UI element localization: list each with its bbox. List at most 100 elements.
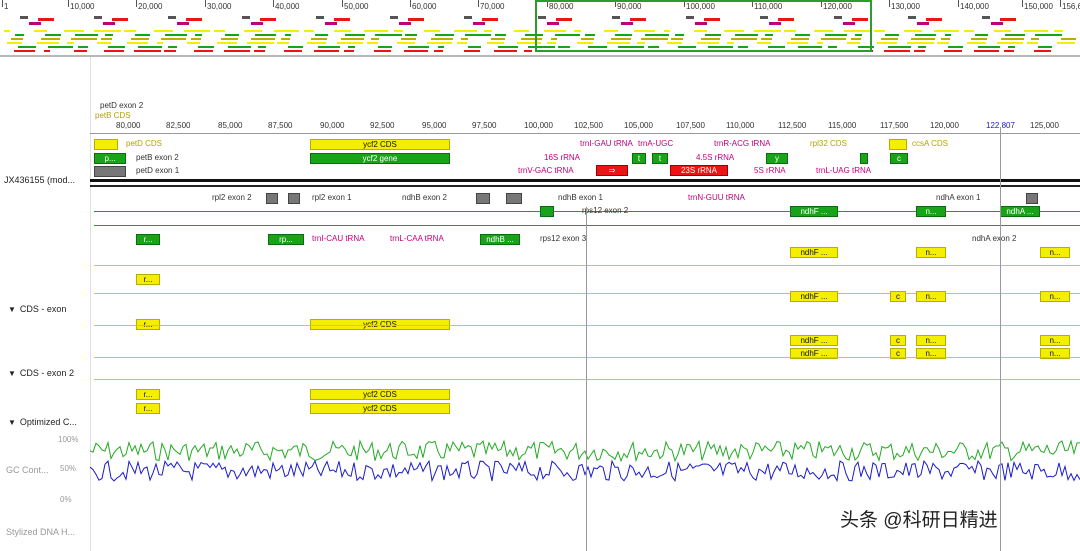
- petB-cds-label: petB CDS: [95, 111, 131, 120]
- overview-feature: [154, 30, 173, 32]
- rpl32-gene-feature[interactable]: [860, 153, 868, 164]
- gc-axis-0: 0%: [60, 495, 72, 504]
- ruler-tick-label: 120,000: [930, 121, 959, 130]
- ndhF-cds-feature-2[interactable]: ndhF ...: [790, 291, 838, 302]
- overview-feature: [464, 16, 472, 19]
- overview-feature: [1038, 46, 1052, 48]
- overview-feature: [434, 50, 443, 52]
- overview-tick-label: 1: [4, 2, 9, 11]
- rps12-gene-feature[interactable]: [540, 206, 554, 217]
- overview-tick-label: 50,000: [344, 2, 369, 11]
- sequence-name[interactable]: JX436155 (mod...: [4, 175, 75, 185]
- overview-feature: [1057, 42, 1075, 44]
- ndhA-exon1-feature[interactable]: [1026, 193, 1038, 204]
- r-cds-feature[interactable]: r...: [136, 274, 160, 285]
- ndhF-cds-feature[interactable]: ndhF ...: [790, 247, 838, 258]
- ndhB-exon2-feature[interactable]: [476, 193, 490, 204]
- overview-feature: [482, 18, 498, 21]
- gc-content-line-green: [90, 439, 1080, 463]
- r-cds-exon2-feature[interactable]: r...: [136, 389, 160, 400]
- sequence-track-view[interactable]: 80,000 82,500 85,000 87,500 90,000 92,500 95,0…: [90, 57, 1080, 551]
- expand-triangle-icon[interactable]: ▼: [8, 305, 16, 314]
- optimized-track-toggle[interactable]: ▼ Optimized C...: [8, 417, 77, 427]
- ccsA-cds-feature[interactable]: [889, 139, 907, 150]
- overview-feature: [11, 38, 23, 40]
- ycf2-cds-exon2-feature-2[interactable]: ycf2 CDS: [310, 403, 450, 414]
- rpl2-exon2-feature[interactable]: [266, 193, 278, 204]
- cds-exon2-label: CDS - exon 2: [19, 368, 74, 378]
- overview-feature: [404, 50, 428, 52]
- overview-feature: [94, 30, 121, 32]
- petD-exon1-feature[interactable]: [94, 166, 126, 177]
- 16s-rrna-feature[interactable]: ⇒: [596, 165, 628, 176]
- c-cds-exon-feature[interactable]: c: [890, 335, 906, 346]
- n-cds-feature[interactable]: n...: [916, 247, 946, 258]
- expand-triangle-icon[interactable]: ▼: [8, 418, 16, 427]
- overview-feature: [405, 34, 417, 36]
- n-gene-feature[interactable]: n...: [916, 206, 946, 217]
- ndhF-gene-feature[interactable]: ndhF ...: [790, 206, 838, 217]
- ruler-tick-label: 105,000: [624, 121, 653, 130]
- overview-feature: [108, 46, 125, 48]
- overview-feature: [888, 46, 911, 48]
- ndhA-gene-feature[interactable]: ndhA ...: [1000, 206, 1040, 217]
- rp-gene-feature[interactable]: rp...: [268, 234, 304, 245]
- trnI-gene-feature[interactable]: t: [632, 153, 646, 164]
- overview-feature: [41, 38, 60, 40]
- cds-exon-track-toggle[interactable]: ▼ CDS - exon: [8, 304, 66, 314]
- optimized-label: Optimized C...: [19, 417, 77, 427]
- n-cds-feature-2[interactable]: n...: [1040, 247, 1070, 258]
- ycf2-cds-exon2-feature[interactable]: ycf2 CDS: [310, 389, 450, 400]
- overview-visible-window[interactable]: [535, 0, 872, 52]
- ruler-tick-label: 92,500: [370, 121, 395, 130]
- c-cds-feature[interactable]: c: [890, 291, 906, 302]
- overview-feature: [991, 22, 1003, 25]
- overview-tick: [136, 0, 137, 7]
- overview-feature: [7, 42, 22, 44]
- ycf2-gene-feature[interactable]: ycf2 gene: [310, 153, 450, 164]
- r-gene-feature[interactable]: r...: [136, 234, 160, 245]
- trnI-GAU-label: trnI-GAU tRNA: [580, 139, 633, 148]
- ruler-tick-label: 95,000: [422, 121, 447, 130]
- ndhB-exon1-feature[interactable]: [506, 193, 522, 204]
- n-cds-feature-4[interactable]: n...: [1040, 291, 1070, 302]
- overview-feature: [948, 46, 963, 48]
- gene-track-line-2: [94, 225, 1080, 226]
- petB-gene-feature[interactable]: p...: [94, 153, 126, 164]
- r-cds-exon2-feature-2[interactable]: r...: [136, 403, 160, 414]
- rpl32-cds-label: rpl32 CDS: [810, 139, 847, 148]
- overview-feature: [103, 22, 115, 25]
- sequence-overview[interactable]: 1 10,000 20,000 30,000 40,000 50,000 60,000 70,…: [0, 0, 1080, 57]
- ndhB-gene-feature[interactable]: ndhB ...: [480, 234, 520, 245]
- overview-feature: [168, 16, 176, 19]
- y-gene-feature[interactable]: y: [766, 153, 788, 164]
- cds-exon-line-2: [94, 357, 1080, 358]
- n-cds-exon-feature[interactable]: n...: [916, 335, 946, 346]
- overview-feature: [281, 38, 290, 40]
- rpl2-exon2-label: rpl2 exon 2: [212, 193, 252, 202]
- trnA-gene-feature[interactable]: t: [652, 153, 668, 164]
- overview-tick-label: 70,000: [480, 2, 505, 11]
- sequence-bar[interactable]: [90, 179, 1080, 182]
- overview-feature: [514, 30, 529, 32]
- n-cds-feature-3[interactable]: n...: [916, 291, 946, 302]
- cds-exon2-track-toggle[interactable]: ▼ CDS - exon 2: [8, 368, 74, 378]
- ndhF-cds-exon-feature[interactable]: ndhF ...: [790, 335, 838, 346]
- overview-feature: [464, 50, 480, 52]
- petB-cds-feature[interactable]: [94, 139, 118, 150]
- ycf2-cds-feature[interactable]: ycf2 CDS: [310, 139, 450, 150]
- trnL-CAA-label: trnL-CAA tRNA: [390, 234, 444, 243]
- rpl2-exon1-feature[interactable]: [288, 193, 300, 204]
- 23s-rrna-feature[interactable]: 23S rRNA: [670, 165, 728, 176]
- overview-feature: [45, 34, 61, 36]
- overview-feature: [881, 38, 898, 40]
- overview-feature: [274, 30, 299, 32]
- overview-feature: [1024, 30, 1048, 32]
- n-cds-exon-feature-2[interactable]: n...: [1040, 335, 1070, 346]
- overview-feature: [318, 46, 340, 48]
- cursor-line[interactable]: [1000, 127, 1001, 551]
- ccsA-gene-feature[interactable]: c: [890, 153, 908, 164]
- expand-triangle-icon[interactable]: ▼: [8, 369, 16, 378]
- overview-feature: [438, 46, 444, 48]
- overview-feature: [367, 42, 378, 44]
